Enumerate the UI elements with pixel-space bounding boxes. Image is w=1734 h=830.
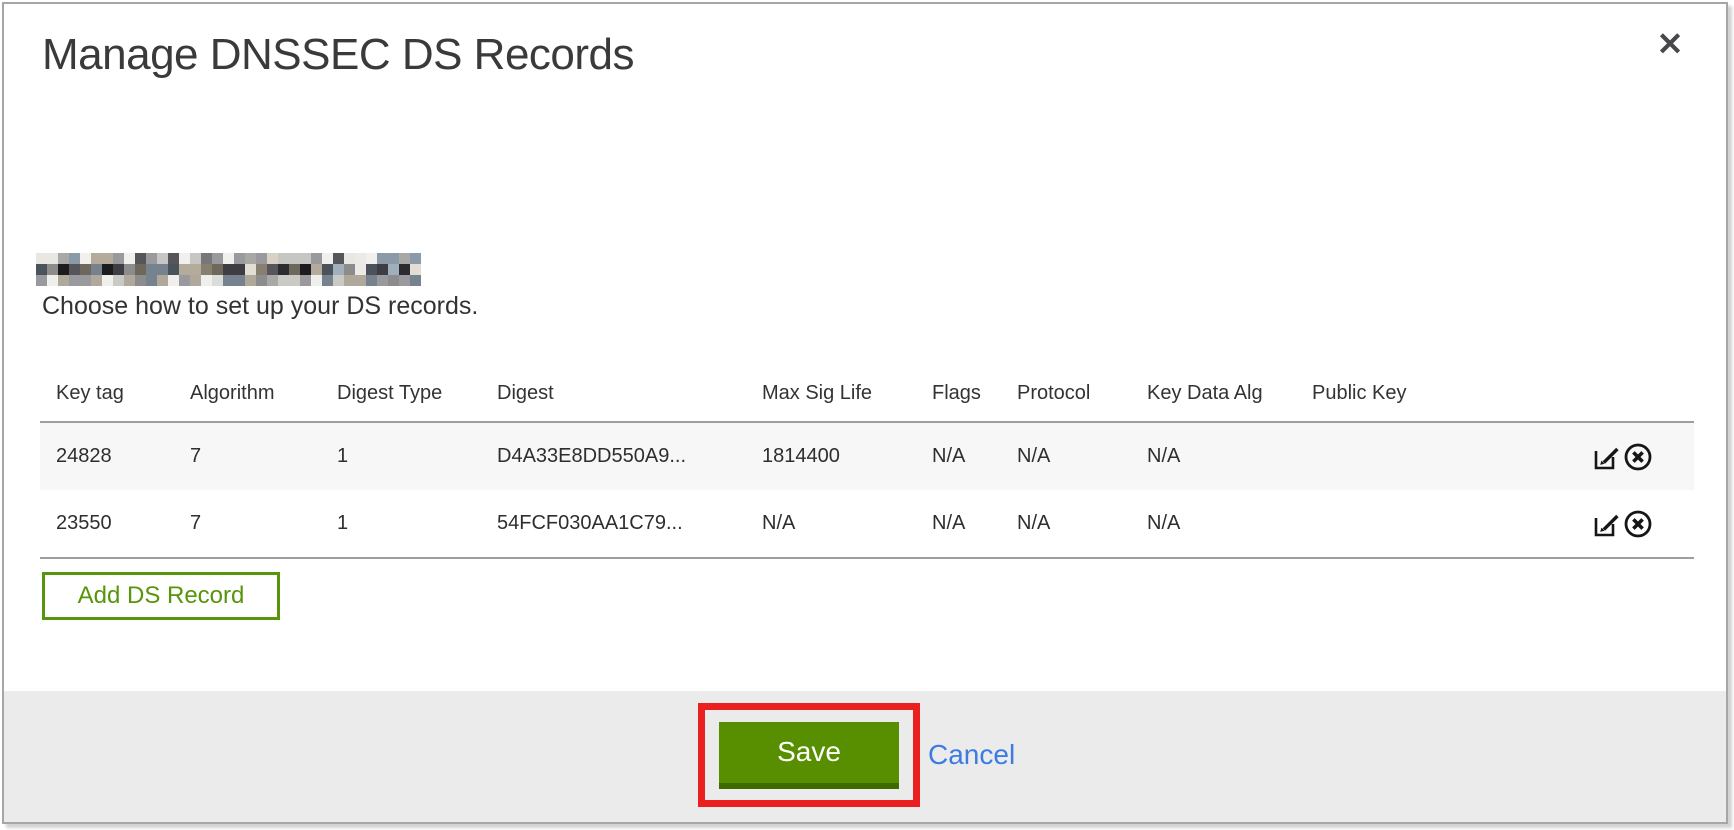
- table-row: 24828 7 1 D4A33E8DD550A9... 1814400 N/A …: [40, 422, 1694, 490]
- edit-record-button[interactable]: [1592, 509, 1622, 539]
- modal-footer: Save Cancel: [4, 691, 1726, 822]
- cell-protocol: N/A: [1001, 422, 1131, 490]
- cell-algorithm: 7: [174, 490, 321, 558]
- column-header-flags: Flags: [916, 338, 1001, 422]
- cell-flags: N/A: [916, 422, 1001, 490]
- cell-max-sig-life: N/A: [746, 490, 916, 558]
- cancel-link[interactable]: Cancel: [928, 739, 1015, 771]
- add-ds-record-button[interactable]: Add DS Record: [42, 572, 280, 620]
- cell-protocol: N/A: [1001, 490, 1131, 558]
- column-header-max-sig-life: Max Sig Life: [746, 338, 916, 422]
- delete-icon: [1622, 528, 1654, 543]
- cell-max-sig-life: 1814400: [746, 422, 916, 490]
- cell-algorithm: 7: [174, 422, 321, 490]
- cell-key-data-alg: N/A: [1131, 422, 1296, 490]
- cell-public-key: [1296, 490, 1456, 558]
- cell-digest: D4A33E8DD550A9...: [481, 422, 746, 490]
- column-header-digest-type: Digest Type: [321, 338, 481, 422]
- dnssec-modal: Manage DNSSEC DS Records ✕ Choose how to…: [2, 2, 1728, 824]
- column-header-public-key: Public Key: [1296, 338, 1456, 422]
- column-header-key-tag: Key tag: [40, 338, 174, 422]
- close-button[interactable]: ✕: [1650, 24, 1690, 64]
- delete-record-button[interactable]: [1622, 508, 1654, 540]
- save-button[interactable]: Save: [719, 722, 899, 789]
- edit-icon: [1592, 460, 1622, 475]
- close-icon: ✕: [1657, 26, 1684, 62]
- save-annotation-box: Save: [698, 703, 920, 807]
- row-actions: [1456, 422, 1694, 490]
- cell-digest-type: 1: [321, 490, 481, 558]
- edit-record-button[interactable]: [1592, 442, 1622, 472]
- cell-flags: N/A: [916, 490, 1001, 558]
- cell-key-data-alg: N/A: [1131, 490, 1296, 558]
- redacted-domain-name: [36, 253, 421, 286]
- cell-key-tag: 23550: [40, 490, 174, 558]
- column-header-protocol: Protocol: [1001, 338, 1131, 422]
- column-header-actions: [1456, 338, 1694, 422]
- column-header-digest: Digest: [481, 338, 746, 422]
- delete-record-button[interactable]: [1622, 441, 1654, 473]
- ds-records-table: Key tag Algorithm Digest Type Digest Max…: [40, 338, 1694, 559]
- table-header-row: Key tag Algorithm Digest Type Digest Max…: [40, 338, 1694, 422]
- delete-icon: [1622, 461, 1654, 476]
- table-row: 23550 7 1 54FCF030AA1C79... N/A N/A N/A …: [40, 490, 1694, 558]
- row-actions: [1456, 490, 1694, 558]
- instruction-text: Choose how to set up your DS records.: [42, 292, 478, 321]
- edit-icon: [1592, 527, 1622, 542]
- column-header-algorithm: Algorithm: [174, 338, 321, 422]
- page-title: Manage DNSSEC DS Records: [42, 30, 634, 80]
- cell-digest: 54FCF030AA1C79...: [481, 490, 746, 558]
- cell-digest-type: 1: [321, 422, 481, 490]
- cell-public-key: [1296, 422, 1456, 490]
- cell-key-tag: 24828: [40, 422, 174, 490]
- column-header-key-data-alg: Key Data Alg: [1131, 338, 1296, 422]
